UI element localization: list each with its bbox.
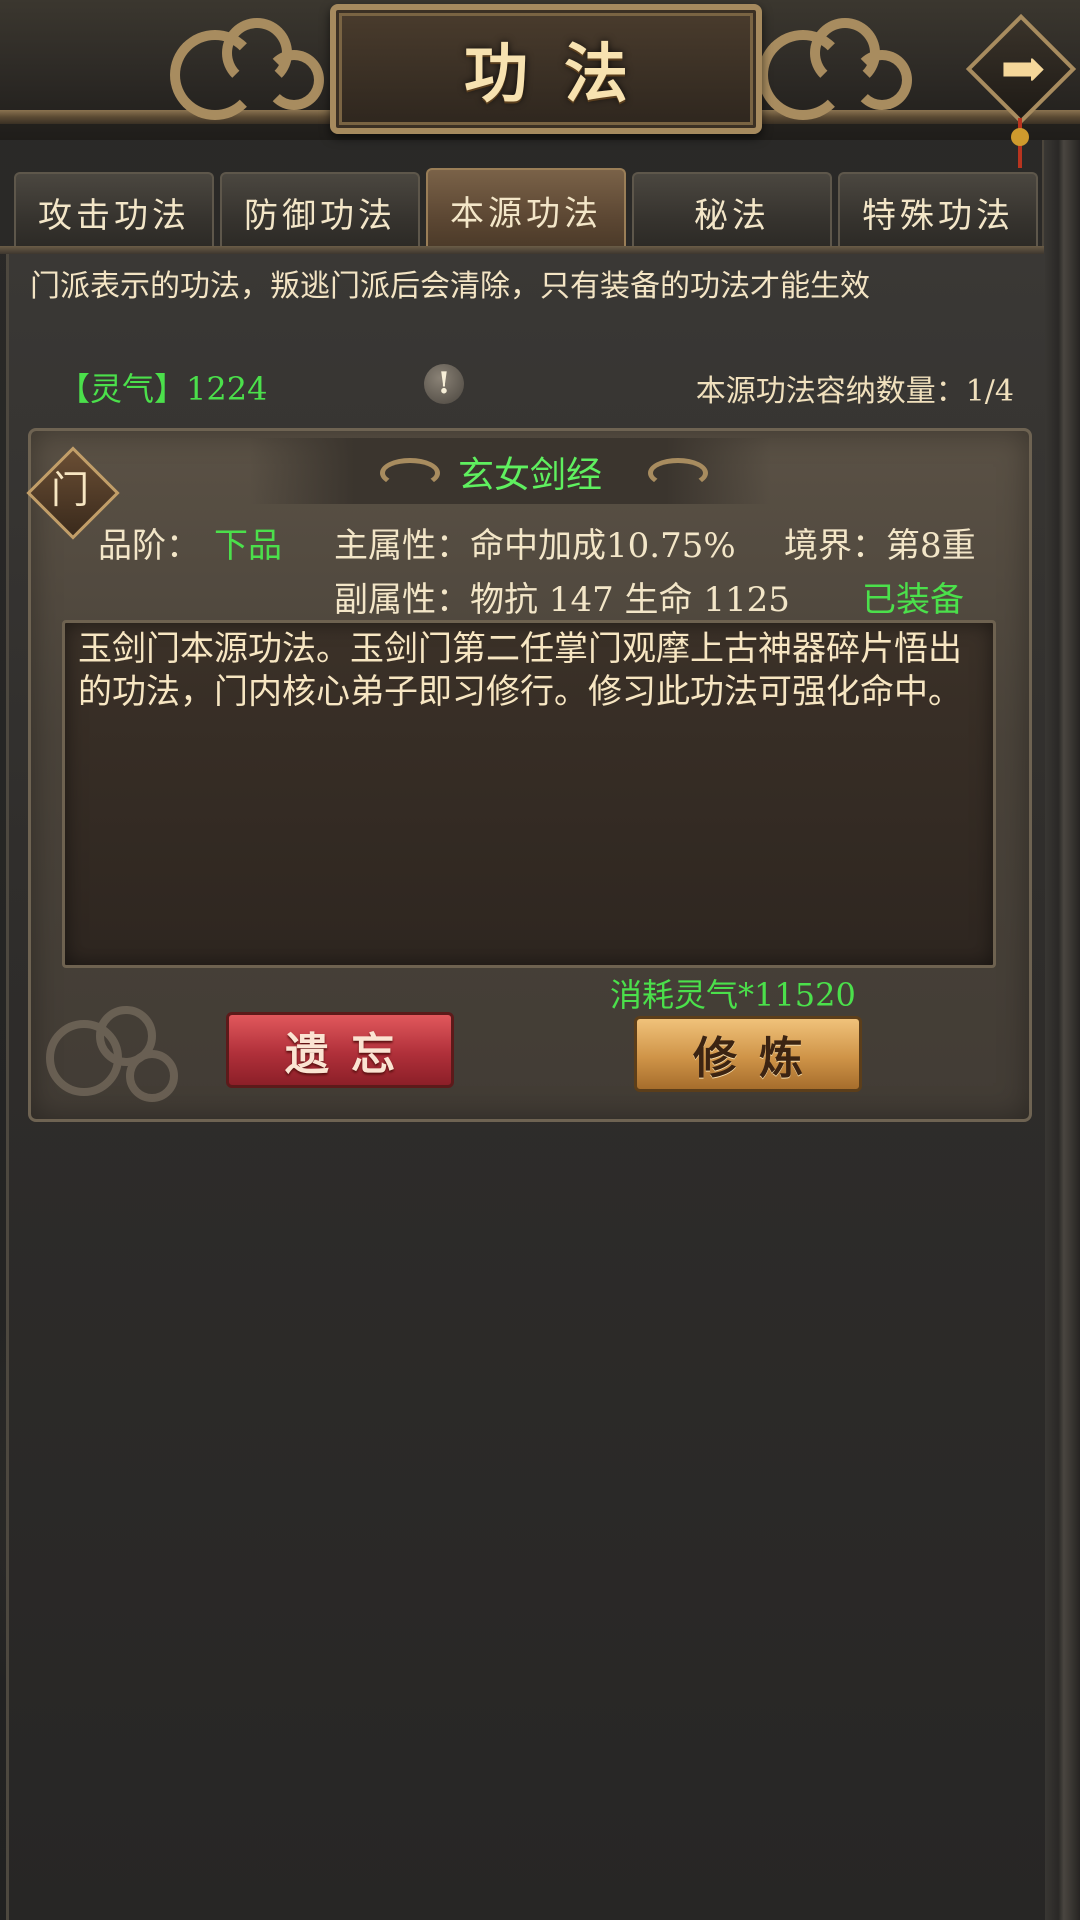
cloud-decoration	[36, 1000, 196, 1102]
cloud-ornament-left	[160, 10, 330, 120]
cloud-ornament-right	[748, 10, 918, 120]
tab-special[interactable]: 特殊功法	[838, 172, 1038, 250]
lingqi-amount: 【灵气】1224	[58, 370, 268, 408]
exclamation-icon[interactable]: !	[424, 364, 464, 404]
main-attribute: 主属性：命中加成10.75%	[334, 526, 736, 566]
page-title: 功法	[464, 37, 664, 112]
skill-name: 玄女剑经	[457, 455, 602, 496]
tassel-bead	[1011, 128, 1029, 146]
cost-text: 消耗灵气*11520	[610, 976, 856, 1014]
grade-label: 品阶：	[98, 526, 200, 566]
capacity-text: 本源功法容纳数量：1/4	[695, 374, 1014, 409]
tabs-underline	[0, 246, 1044, 254]
forget-button[interactable]: 遗忘	[226, 1012, 454, 1088]
tab-secret[interactable]: 秘法	[632, 172, 832, 250]
arrow-right-icon: ➡	[1000, 36, 1046, 100]
tab-defense[interactable]: 防御功法	[220, 172, 420, 250]
tab-bar: 攻击功法 防御功法 本源功法 秘法 特殊功法	[14, 168, 1038, 250]
train-button[interactable]: 修炼	[634, 1016, 862, 1092]
description-text: 玉剑门本源功法。玉剑门第二任掌门观摩上古神器碎片悟出的功法，门内核心弟子即习修行…	[78, 629, 962, 712]
next-button[interactable]: ➡	[965, 13, 1077, 125]
right-rail	[1042, 140, 1080, 1920]
notice-text: 门派表示的功法，叛逃门派后会清除，只有装备的功法才能生效	[30, 269, 870, 304]
equipped-status: 已装备	[862, 580, 964, 620]
grade-value: 下品	[214, 526, 282, 566]
realm-level: 境界：第8重	[784, 526, 976, 566]
tab-attack[interactable]: 攻击功法	[14, 172, 214, 250]
tab-origin[interactable]: 本源功法	[426, 168, 626, 250]
sub-attribute: 副属性：物抗 147 生命 1125	[334, 580, 790, 620]
title-plate: 功法	[330, 4, 762, 134]
